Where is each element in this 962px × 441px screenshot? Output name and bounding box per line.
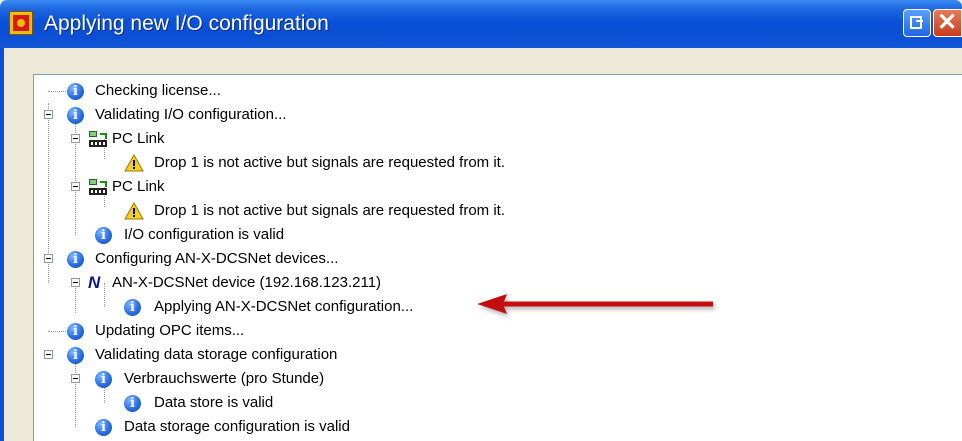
tree-item-label: I/O configuration is valid (124, 226, 285, 243)
collapse-toggle[interactable] (71, 278, 80, 287)
tree-item[interactable]: i Validating I/O configuration... (34, 104, 634, 126)
tree-item[interactable]: i Checking license... (34, 80, 634, 102)
tree-item-label: AN-X-DCSNet device (192.168.123.211) (112, 274, 382, 291)
red-arrow-icon (477, 294, 713, 314)
tree-item[interactable]: PC Link (34, 128, 634, 150)
pc-link-icon (89, 131, 107, 147)
tree-item-label: Applying AN-X-DCSNet configuration... (154, 298, 414, 315)
info-icon: i (67, 107, 84, 124)
info-icon: i (95, 419, 112, 436)
tree-item[interactable]: Drop 1 is not active but signals are req… (34, 200, 734, 222)
collapse-toggle[interactable] (71, 182, 80, 191)
info-icon: i (95, 227, 112, 244)
info-icon: i (124, 299, 141, 316)
info-icon: i (67, 323, 84, 340)
tree-item-label: Checking license... (95, 82, 221, 99)
pc-link-icon (89, 179, 107, 195)
info-icon: i (67, 83, 84, 100)
tree-item-label: Verbrauchswerte (pro Stunde) (124, 370, 325, 387)
close-icon: ✕ (937, 9, 958, 36)
tree-item-label: Configuring AN-X-DCSNet devices... (95, 250, 339, 267)
anx-device-icon: N (88, 273, 101, 292)
info-icon: i (95, 371, 112, 388)
tree-item-label: PC Link (112, 130, 165, 147)
restore-button[interactable] (903, 9, 931, 37)
tree-item-label: Data store is valid (154, 394, 274, 411)
warning-icon (124, 202, 144, 220)
tree-item[interactable]: i Validating data storage configuration (34, 344, 634, 366)
info-icon: i (67, 251, 84, 268)
collapse-toggle[interactable] (44, 254, 53, 263)
window-title: Applying new I/O configuration (44, 12, 329, 35)
app-icon (9, 11, 33, 35)
tree-item[interactable]: i Verbrauchswerte (pro Stunde) (34, 368, 634, 390)
progress-tree[interactable]: i Checking license... i Validating I/O c… (33, 74, 962, 441)
info-icon: i (124, 395, 141, 412)
tree-item-label: Drop 1 is not active but signals are req… (154, 154, 506, 171)
window-frame (0, 48, 4, 441)
tree-item[interactable]: i Data store is valid (34, 392, 634, 414)
title-bar[interactable]: Applying new I/O configuration ✕ (0, 0, 962, 48)
tree-item[interactable]: i Configuring AN-X-DCSNet devices... (34, 248, 634, 270)
tree-item[interactable]: Drop 1 is not active but signals are req… (34, 152, 734, 174)
collapse-toggle[interactable] (44, 350, 53, 359)
info-icon: i (67, 347, 84, 364)
tree-item-label: Validating data storage configuration (95, 346, 338, 363)
tree-item[interactable]: N AN-X-DCSNet device (192.168.123.211) (34, 272, 634, 294)
collapse-toggle[interactable] (71, 374, 80, 383)
tree-item[interactable]: i Data storage configuration is valid (34, 416, 634, 438)
tree-item[interactable]: i I/O configuration is valid (34, 224, 634, 246)
tree-item-label: Data storage configuration is valid (124, 418, 350, 435)
collapse-toggle[interactable] (44, 110, 53, 119)
tree-item-label: PC Link (112, 178, 165, 195)
tree-item[interactable]: i Updating OPC items... (34, 320, 634, 342)
tree-item-label: Validating I/O configuration... (95, 106, 287, 123)
close-button[interactable]: ✕ (933, 9, 962, 37)
collapse-toggle[interactable] (71, 134, 80, 143)
tree-item-label: Drop 1 is not active but signals are req… (154, 202, 506, 219)
warning-icon (124, 154, 144, 172)
dialog-window: Applying new I/O configuration ✕ i Check… (0, 0, 962, 441)
tree-item-label: Updating OPC items... (95, 322, 245, 339)
tree-item[interactable]: PC Link (34, 176, 634, 198)
